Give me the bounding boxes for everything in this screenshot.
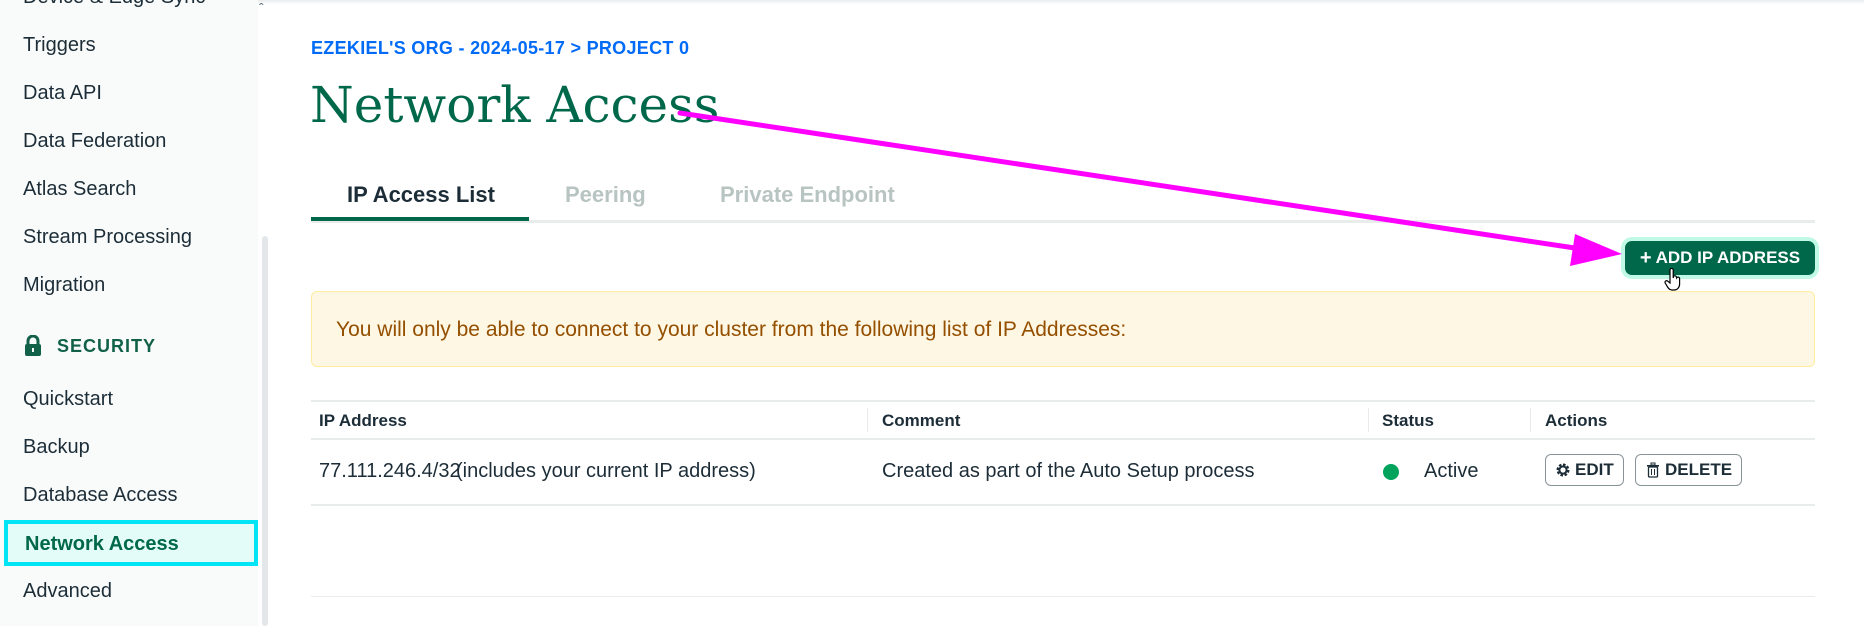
comment-value: Created as part of the Auto Setup proces… — [882, 460, 1255, 482]
lock-icon — [25, 335, 41, 356]
ip-address-value: 77.111.246.4/32 — [319, 460, 461, 482]
tab-private-endpoint[interactable]: Private Endpoint — [720, 182, 895, 208]
sidebar-item-backup[interactable]: Backup — [23, 436, 90, 459]
sidebar-item-quickstart[interactable]: Quickstart — [23, 388, 113, 411]
add-ip-address-label: ADD IP ADDRESS — [1655, 248, 1801, 267]
column-comment: Comment — [882, 411, 961, 430]
sidebar: Device & Edge Sync Triggers Data API Dat… — [0, 0, 258, 626]
column-divider — [1530, 408, 1531, 432]
tab-peering[interactable]: Peering — [565, 182, 646, 208]
sidebar-item-network-access[interactable]: Network Access — [4, 520, 258, 566]
gear-icon — [1556, 463, 1570, 477]
table-row: 77.111.246.4/32 (includes your current I… — [311, 440, 1815, 506]
table-header: IP Address Comment Status Actions — [311, 400, 1815, 440]
trash-icon — [1647, 462, 1659, 478]
annotation-arrow-head — [1570, 234, 1622, 266]
ip-access-table: IP Address Comment Status Actions 77.111… — [311, 400, 1815, 506]
delete-label: DELETE — [1665, 460, 1733, 479]
sidebar-item-stream-processing[interactable]: Stream Processing — [23, 226, 192, 249]
status-active-icon — [1383, 464, 1399, 480]
column-actions: Actions — [1545, 411, 1608, 430]
status-value: Active — [1424, 460, 1479, 482]
info-banner: You will only be able to connect to your… — [311, 291, 1815, 367]
sidebar-scroll-up-icon[interactable]: ˆ — [259, 0, 264, 16]
plus-icon: + — [1639, 247, 1652, 269]
sidebar-item-database-access[interactable]: Database Access — [23, 484, 178, 507]
sidebar-item-atlas-search[interactable]: Atlas Search — [23, 178, 136, 201]
tab-bar: IP Access List Peering Private Endpoint — [311, 178, 1815, 223]
table-bottom-divider — [311, 596, 1815, 597]
column-ip-address: IP Address — [319, 411, 407, 430]
column-divider — [1368, 408, 1369, 432]
sidebar-item-data-api[interactable]: Data API — [23, 82, 102, 105]
info-banner-text: You will only be able to connect to your… — [336, 318, 1127, 341]
security-label: SECURITY — [57, 335, 157, 356]
ip-address-note: (includes your current IP address) — [456, 460, 756, 482]
sidebar-item-migration[interactable]: Migration — [23, 274, 105, 297]
top-edge — [0, 0, 1864, 4]
tab-ip-access-list[interactable]: IP Access List — [347, 182, 495, 208]
hand-cursor-icon — [1664, 268, 1681, 291]
edit-button[interactable]: EDIT — [1545, 454, 1624, 486]
page-title: Network Access — [310, 76, 720, 134]
sidebar-item-advanced[interactable]: Advanced — [23, 580, 112, 603]
sidebar-item-data-federation[interactable]: Data Federation — [23, 130, 166, 153]
sidebar-item-network-access-label: Network Access — [25, 533, 179, 555]
sidebar-scrollbar[interactable] — [262, 236, 268, 626]
column-status: Status — [1382, 411, 1434, 430]
active-tab-indicator — [311, 217, 529, 221]
sidebar-item-device-edge-sync[interactable]: Device & Edge Sync — [23, 0, 205, 9]
edit-label: EDIT — [1575, 460, 1614, 479]
add-ip-address-button[interactable]: + ADD IP ADDRESS — [1625, 241, 1815, 275]
security-section-header: SECURITY — [23, 335, 156, 357]
delete-button[interactable]: DELETE — [1635, 454, 1743, 486]
column-divider — [867, 408, 868, 432]
breadcrumb[interactable]: EZEKIEL'S ORG - 2024-05-17 > PROJECT 0 — [311, 38, 689, 59]
sidebar-item-triggers[interactable]: Triggers — [23, 34, 96, 57]
